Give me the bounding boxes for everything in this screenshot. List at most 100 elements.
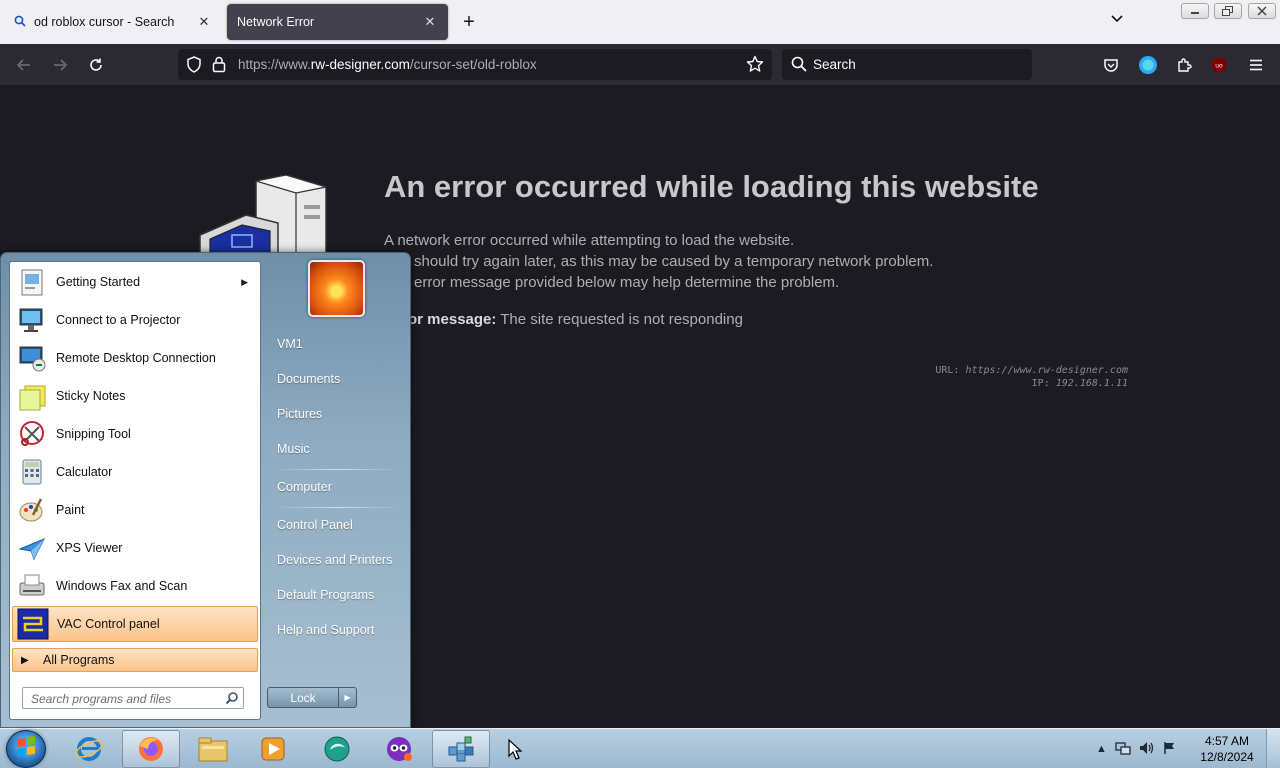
hamburger-icon (1250, 59, 1262, 71)
firefox-icon (139, 737, 163, 761)
remote-desktop-icon (16, 342, 48, 374)
clock[interactable]: 4:57 AM 12/8/2024 (1196, 733, 1258, 765)
minimize-button[interactable] (1181, 3, 1209, 19)
address-bar[interactable]: https://www.rw-designer.com/cursor-set/o… (178, 49, 772, 80)
folder-icon (198, 737, 228, 762)
error-title: An error occurred while loading this web… (384, 169, 1039, 204)
separator (273, 469, 401, 470)
program-xps-viewer[interactable]: XPS Viewer (12, 530, 258, 566)
tab-search[interactable]: od roblox cursor - Search ✕ (4, 4, 222, 40)
program-sticky-notes[interactable]: Sticky Notes (12, 378, 258, 414)
program-getting-started[interactable]: Getting Started ▶ (12, 264, 258, 300)
taskbar-internet-explorer[interactable] (60, 730, 118, 768)
back-button[interactable] (11, 52, 37, 78)
reload-button[interactable] (83, 52, 109, 78)
lock-button[interactable]: Lock (267, 687, 339, 708)
computer-illustration (198, 174, 328, 258)
network-icon[interactable] (1115, 741, 1131, 758)
error-message-label: or message: (408, 311, 497, 328)
place-control-panel[interactable]: Control Panel (267, 511, 407, 539)
search-input[interactable]: Search (813, 57, 856, 72)
url-scheme: https://www. (238, 57, 311, 72)
tab-network-error[interactable]: Network Error ✕ (227, 4, 448, 40)
media-player-icon (261, 737, 285, 761)
new-tab-button[interactable]: + (458, 12, 480, 34)
program-connect-projector[interactable]: Connect to a Projector (12, 302, 258, 338)
submenu-arrow-icon: ▶ (241, 276, 248, 287)
account-button[interactable] (1135, 52, 1161, 78)
action-center-flag-icon[interactable] (1163, 741, 1177, 758)
forward-button[interactable] (47, 52, 73, 78)
close-window-button[interactable] (1248, 3, 1276, 19)
reload-icon (90, 58, 102, 71)
program-fax-and-scan[interactable]: Windows Fax and Scan (12, 568, 258, 604)
close-icon[interactable]: ✕ (422, 14, 438, 30)
place-default-programs[interactable]: Default Programs (267, 581, 407, 609)
place-devices-and-printers[interactable]: Devices and Printers (267, 546, 407, 574)
pocket-icon (1104, 59, 1118, 72)
sticky-notes-icon (16, 380, 48, 412)
clock-date: 12/8/2024 (1200, 750, 1254, 764)
list-all-tabs-button[interactable] (1110, 12, 1130, 32)
url-path: /cursor-set/old-roblox (409, 57, 537, 72)
taskbar-media-player[interactable] (244, 730, 302, 768)
programs-pane: Getting Started ▶ Connect to a Projector… (9, 261, 261, 720)
program-label: Sticky Notes (56, 389, 126, 403)
program-label: Calculator (56, 465, 113, 479)
place-pictures[interactable]: Pictures (267, 400, 407, 428)
menu-button[interactable] (1243, 52, 1269, 78)
taskbar-file-explorer[interactable] (184, 730, 242, 768)
place-music[interactable]: Music (267, 435, 407, 463)
program-label: Snipping Tool (56, 427, 131, 441)
program-snipping-tool[interactable]: Snipping Tool (12, 416, 258, 452)
taskbar-cube-app[interactable] (432, 730, 490, 768)
url-host: rw-designer.com (310, 57, 410, 72)
show-desktop-button[interactable] (1266, 729, 1280, 768)
pocket-button[interactable] (1098, 52, 1124, 78)
start-button[interactable] (6, 730, 46, 768)
teal-globe-icon (324, 736, 350, 762)
place-documents[interactable]: Documents (267, 365, 407, 393)
close-icon[interactable]: ✕ (196, 14, 212, 30)
search-icon[interactable] (225, 691, 239, 705)
navigation-toolbar: https://www.rw-designer.com/cursor-set/o… (0, 44, 1280, 85)
mouse-cursor-icon (508, 738, 524, 764)
place-user-vm1[interactable]: VM1 (267, 330, 407, 358)
program-remote-desktop[interactable]: Remote Desktop Connection (12, 340, 258, 376)
taskbar-firefox[interactable] (122, 730, 180, 768)
all-programs-button[interactable]: ▶ All Programs (12, 648, 258, 672)
close-icon (1257, 6, 1267, 16)
start-menu: Getting Started ▶ Connect to a Projector… (0, 252, 411, 728)
program-label: Remote Desktop Connection (56, 351, 216, 365)
error-description-line-2: should try again later, as this may be c… (414, 253, 934, 270)
error-description-line-3: error message provided below may help de… (414, 274, 840, 291)
program-vac-control-panel[interactable]: VAC Control panel (12, 606, 258, 642)
tab-title: Network Error (237, 15, 315, 29)
place-computer[interactable]: Computer (267, 473, 407, 501)
ublock-button[interactable]: uo (1206, 52, 1232, 78)
taskbar-app-mask[interactable] (370, 730, 428, 768)
bookmark-star-icon[interactable] (746, 55, 764, 76)
url-text[interactable]: https://www.rw-designer.com/cursor-set/o… (238, 57, 537, 72)
url-info-value: https://www.rw-designer.com (965, 365, 1128, 376)
vac-icon (17, 608, 49, 640)
restore-button[interactable] (1214, 3, 1242, 19)
user-picture[interactable] (308, 260, 365, 317)
search-bar[interactable]: Search (782, 49, 1032, 80)
ip-info-value: 192.168.1.11 (1055, 378, 1128, 389)
volume-icon[interactable] (1139, 741, 1155, 758)
taskbar-app-teal[interactable] (308, 730, 366, 768)
search-placeholder: Search programs and files (31, 692, 172, 706)
program-paint[interactable]: Paint (12, 492, 258, 528)
url-info-label: URL: (935, 365, 960, 376)
triangle-right-icon: ▶ (344, 693, 351, 702)
program-calculator[interactable]: Calculator (12, 454, 258, 490)
lock-icon[interactable] (212, 55, 226, 76)
search-programs-input[interactable]: Search programs and files (22, 687, 244, 709)
shutdown-options-button[interactable]: ▶ (338, 687, 357, 708)
shield-icon[interactable] (186, 56, 202, 76)
place-help-and-support[interactable]: Help and Support (267, 616, 407, 644)
extensions-button[interactable] (1171, 52, 1197, 78)
program-label: Windows Fax and Scan (56, 579, 188, 593)
show-hidden-icons-button[interactable]: ▲ (1096, 743, 1107, 755)
